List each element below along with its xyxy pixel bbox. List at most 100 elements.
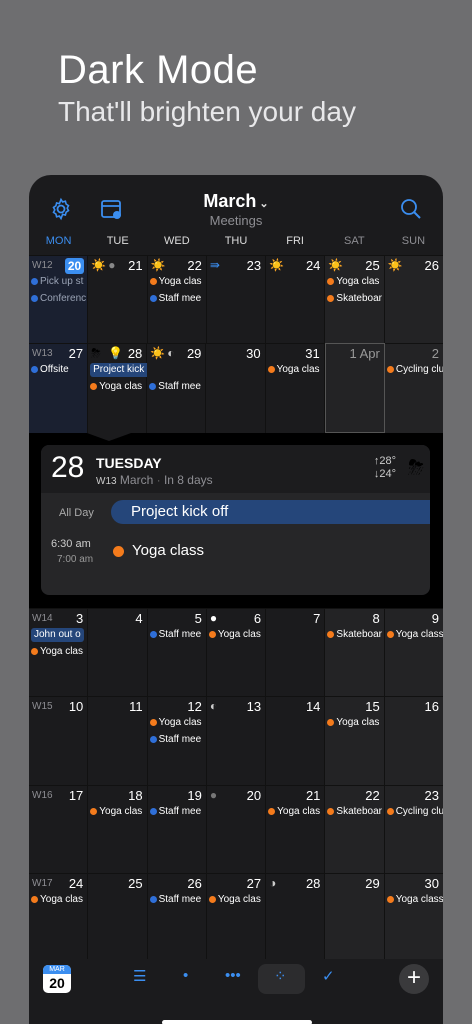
- day-cell[interactable]: 22 Skateboar: [325, 785, 385, 873]
- day-number: 30: [424, 876, 439, 891]
- week-number: W16: [32, 790, 53, 801]
- search-icon[interactable]: [399, 197, 423, 226]
- day-cell[interactable]: ⇛ 23: [206, 255, 267, 343]
- day-cell[interactable]: W15 10: [29, 696, 89, 785]
- event-item[interactable]: Offsite: [31, 364, 87, 375]
- day-cell[interactable]: 25: [88, 873, 148, 959]
- event-item[interactable]: Skateboar: [327, 293, 383, 304]
- event-item[interactable]: Yoga clas: [31, 646, 87, 657]
- event-item[interactable]: Staff mee: [149, 734, 206, 745]
- day-number: 26: [187, 876, 202, 891]
- temp-high: ↑28°: [373, 455, 396, 467]
- list-view-icon[interactable]: ☰: [133, 967, 146, 985]
- event-item[interactable]: Staff mee: [149, 293, 206, 304]
- event-item[interactable]: Yoga clas: [208, 894, 265, 905]
- day-detail-card[interactable]: 28 TUESDAY W13 March · In 8 days ↑28° ↓24…: [41, 445, 430, 595]
- day-cell[interactable]: 12 Yoga clas Staff mee: [147, 696, 207, 785]
- day-cell[interactable]: W14 3 John out o Yoga clas: [29, 608, 89, 696]
- day-cell[interactable]: 23 Cycling clu: [384, 785, 443, 873]
- day-cell[interactable]: ● 20: [206, 785, 267, 873]
- week-number: W13: [32, 348, 53, 359]
- day-number: 23: [424, 788, 439, 803]
- event-item[interactable]: Yoga clas: [327, 717, 383, 728]
- day-cell[interactable]: ◐ 13: [206, 696, 267, 785]
- bottom-toolbar: MAR 20 ☰ • ••• ⁘ ✓ +: [29, 959, 443, 1024]
- day-cell[interactable]: W17 24 Yoga clas: [29, 873, 89, 959]
- event-item[interactable]: Yoga clas: [90, 381, 146, 392]
- add-event-button[interactable]: +: [399, 964, 429, 994]
- day-cell[interactable]: 31 Yoga clas: [265, 343, 325, 433]
- event-item[interactable]: Conferenc: [31, 293, 87, 304]
- event-item[interactable]: Yoga class: [386, 894, 443, 905]
- half-moon-icon: ◑: [269, 876, 277, 890]
- day-cell[interactable]: ☀️ 24: [266, 255, 326, 343]
- event-item[interactable]: Staff mee: [149, 894, 206, 905]
- day-cell[interactable]: 7: [266, 608, 326, 696]
- day-cell[interactable]: W12 20 Pick up st Conferenc: [29, 255, 89, 343]
- day-cell[interactable]: 5 Staff mee: [147, 608, 207, 696]
- tasks-check-icon[interactable]: ✓: [322, 967, 335, 985]
- day-number: 18: [128, 788, 143, 803]
- day-cell[interactable]: 14: [266, 696, 326, 785]
- day-cell[interactable]: 19 Staff mee: [147, 785, 207, 873]
- event-item[interactable]: Skateboar: [327, 629, 383, 640]
- month-selector[interactable]: March ⌄: [29, 191, 443, 212]
- event-item[interactable]: Yoga clas: [208, 629, 265, 640]
- week-view-icon[interactable]: •••: [225, 967, 241, 984]
- event-item[interactable]: Skateboar: [327, 806, 383, 817]
- day-cell-selected[interactable]: ⛈ 💡 28 Project kick off Yoga clas: [88, 343, 202, 433]
- event-item[interactable]: Yoga clas: [149, 717, 206, 728]
- event-item[interactable]: Staff mee: [149, 806, 206, 817]
- storm-icon: ⛈: [91, 346, 101, 360]
- day-cell[interactable]: 18 Yoga clas: [88, 785, 148, 873]
- all-day-event[interactable]: Project kick off: [111, 500, 430, 524]
- day-cell[interactable]: ☀️ ● 21: [88, 255, 148, 343]
- day-cell[interactable]: 11: [88, 696, 148, 785]
- day-cell[interactable]: ☀️ 22 Yoga clas Staff mee: [147, 255, 207, 343]
- today-calendar-icon[interactable]: MAR 20: [43, 965, 71, 993]
- day-cell[interactable]: 9 Yoga class: [384, 608, 443, 696]
- day-cell[interactable]: 26 Staff mee: [147, 873, 207, 959]
- month-view-icon[interactable]: ⁘: [274, 967, 287, 985]
- day-cell[interactable]: 27 Yoga clas: [206, 873, 267, 959]
- day-cell[interactable]: 21 Yoga clas: [266, 785, 326, 873]
- day-number: 25: [128, 876, 143, 891]
- day-cell[interactable]: 30 Yoga class: [384, 873, 443, 959]
- day-number: 10: [68, 699, 84, 714]
- day-cell[interactable]: 29: [325, 873, 385, 959]
- event-item[interactable]: Cycling clu: [386, 364, 443, 375]
- detail-relative: In 8 days: [163, 473, 213, 487]
- day-cell[interactable]: W13 27 Offsite: [29, 343, 89, 433]
- top-bar: March ⌄ Meetings: [29, 175, 443, 235]
- day-cell[interactable]: 2 Cycling clu: [384, 343, 443, 433]
- event-item[interactable]: Yoga clas: [149, 276, 206, 287]
- event-item[interactable]: Yoga clas: [90, 806, 146, 817]
- day-cell[interactable]: 8 Skateboar: [325, 608, 385, 696]
- event-item[interactable]: Yoga clas: [268, 806, 324, 817]
- timed-event[interactable]: Yoga class: [113, 542, 204, 559]
- event-item[interactable]: Pick up st: [31, 276, 87, 287]
- event-item[interactable]: Cycling clu: [386, 806, 443, 817]
- day-cell[interactable]: 16: [384, 696, 443, 785]
- day-cell[interactable]: ☀️ 26: [384, 255, 443, 343]
- event-item[interactable]: Staff mee: [149, 629, 206, 640]
- full-moon-icon: ●: [209, 611, 218, 625]
- day-cell[interactable]: ☀️ 25 Yoga clas Skateboar: [325, 255, 385, 343]
- event-item[interactable]: Yoga clas: [327, 276, 383, 287]
- event-item[interactable]: Staff mee: [149, 381, 205, 392]
- event-bar[interactable]: John out o: [31, 628, 84, 642]
- day-number: 22: [187, 258, 202, 273]
- day-cell[interactable]: 4: [88, 608, 148, 696]
- day-view-icon[interactable]: •: [183, 967, 188, 984]
- day-cell[interactable]: W16 17: [29, 785, 89, 873]
- day-cell[interactable]: 30: [206, 343, 266, 433]
- event-item[interactable]: Yoga class: [386, 629, 443, 640]
- event-item[interactable]: Yoga clas: [267, 364, 324, 375]
- event-item[interactable]: Yoga clas: [31, 894, 87, 905]
- day-cell[interactable]: 15 Yoga clas: [325, 696, 385, 785]
- day-cell[interactable]: ☀️ ◐ 29 Staff mee: [147, 343, 207, 433]
- day-cell[interactable]: ● 6 Yoga clas: [206, 608, 267, 696]
- day-number: 27: [68, 346, 84, 361]
- day-cell[interactable]: 1 Apr: [324, 343, 385, 433]
- day-cell[interactable]: ◑ 28: [266, 873, 326, 959]
